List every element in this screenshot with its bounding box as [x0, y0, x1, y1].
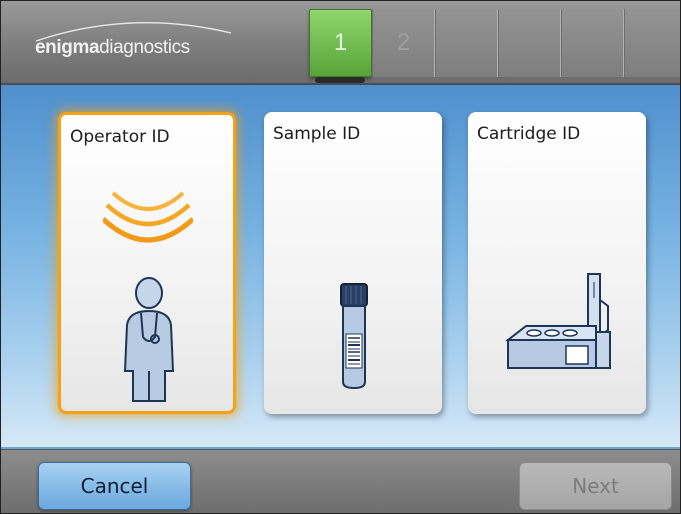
logo-text-light: diagnostics [99, 37, 190, 58]
step-4 [498, 9, 561, 77]
operator-icon [123, 277, 175, 402]
cartridge-id-title: Cartridge ID [477, 124, 581, 144]
next-button[interactable]: Next [519, 462, 672, 510]
step-2: 2 [372, 9, 435, 77]
operator-id-title: Operator ID [70, 127, 170, 147]
app-window: enigmadiagnostics 1 2 Operator ID Sample… [0, 0, 681, 514]
header-bar: enigmadiagnostics 1 2 [1, 1, 680, 85]
cartridge-id-card[interactable]: Cartridge ID [468, 112, 646, 414]
step-5 [561, 9, 624, 77]
cartridge-icon [505, 273, 611, 369]
sample-id-card[interactable]: Sample ID [264, 112, 442, 414]
footer-bar: Cancel Next [1, 449, 680, 513]
active-step-indicator [315, 77, 365, 83]
step-3 [435, 9, 498, 77]
brand-logo: enigmadiagnostics [35, 37, 190, 59]
cancel-button[interactable]: Cancel [38, 462, 191, 510]
logo-text-bold: enigma [35, 37, 100, 58]
step-progress: 1 2 [309, 9, 680, 77]
main-panel: Operator ID Sample ID Cartridge ID [1, 85, 680, 447]
step-6 [624, 9, 680, 77]
sample-id-title: Sample ID [273, 124, 361, 144]
scan-waves-icon [103, 191, 193, 243]
sample-tube-icon [340, 283, 368, 390]
step-1: 1 [309, 9, 372, 77]
operator-id-card[interactable]: Operator ID [58, 112, 236, 414]
